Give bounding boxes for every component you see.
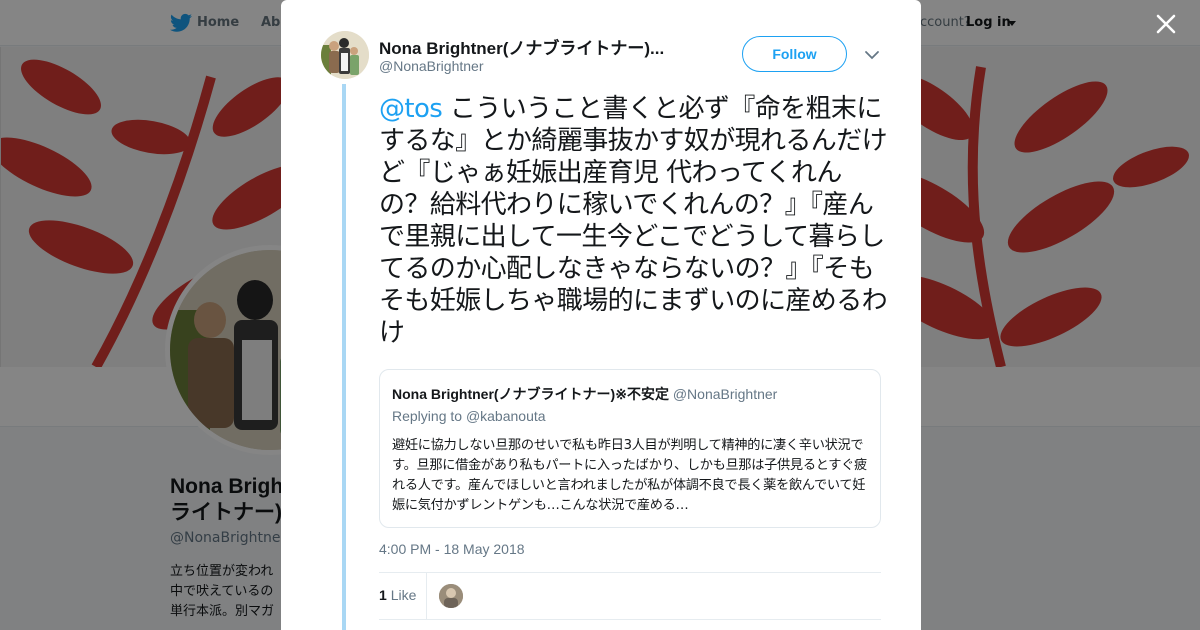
likes-number: 1 bbox=[379, 587, 387, 603]
replying-to-handle: @kabanouta bbox=[465, 408, 546, 424]
tweet-body: こういうこと書くと必ず『命を粗末にするな』とか綺麗事抜かす奴が現れるんだけど『じ… bbox=[379, 94, 888, 348]
quoted-author-name: Nona Brightner(ノナブライトナー)※不安定 bbox=[392, 386, 669, 402]
tweet-timestamp[interactable]: 4:00 PM - 18 May 2018 bbox=[379, 541, 525, 557]
tweet-permalink-modal: Nona Brightner(ノナブライトナー)... @NonaBrightn… bbox=[281, 0, 921, 630]
tweet-author-name[interactable]: Nona Brightner(ノナブライトナー)... bbox=[379, 34, 689, 59]
mention-link[interactable]: @tos bbox=[379, 94, 443, 124]
follow-button[interactable]: Follow bbox=[742, 36, 847, 72]
stats-divider bbox=[426, 573, 427, 619]
quoted-author-line: Nona Brightner(ノナブライトナー)※不安定 @NonaBright… bbox=[392, 384, 777, 404]
chevron-down-icon[interactable] bbox=[864, 48, 880, 62]
tweet-author-handle[interactable]: @NonaBrightner bbox=[379, 58, 484, 74]
quoted-tweet-card[interactable]: Nona Brightner(ノナブライトナー)※不安定 @NonaBright… bbox=[379, 369, 881, 528]
conversation-thread-line bbox=[342, 84, 346, 630]
quoted-tweet-text: 避妊に協力しない旦那のせいで私も昨日3人目が判明して精神的に凄く辛い状況です。旦… bbox=[392, 438, 867, 513]
tweet-author-avatar[interactable] bbox=[321, 31, 369, 79]
likes-label: Like bbox=[390, 587, 417, 603]
quoted-author-handle: @NonaBrightner bbox=[672, 386, 778, 402]
liker-avatar[interactable] bbox=[439, 584, 463, 608]
tweet-text: @tos こういうこと書くと必ず『命を粗末にするな』とか綺麗事抜かす奴が現れるん… bbox=[379, 93, 888, 349]
close-icon[interactable] bbox=[1155, 13, 1177, 35]
replying-to-prefix: Replying to bbox=[392, 408, 466, 424]
tweet-stats: 1 Like bbox=[379, 572, 881, 620]
likes-count[interactable]: 1 Like bbox=[379, 587, 416, 603]
quoted-replying-to: Replying to @kabanouta bbox=[392, 408, 546, 424]
